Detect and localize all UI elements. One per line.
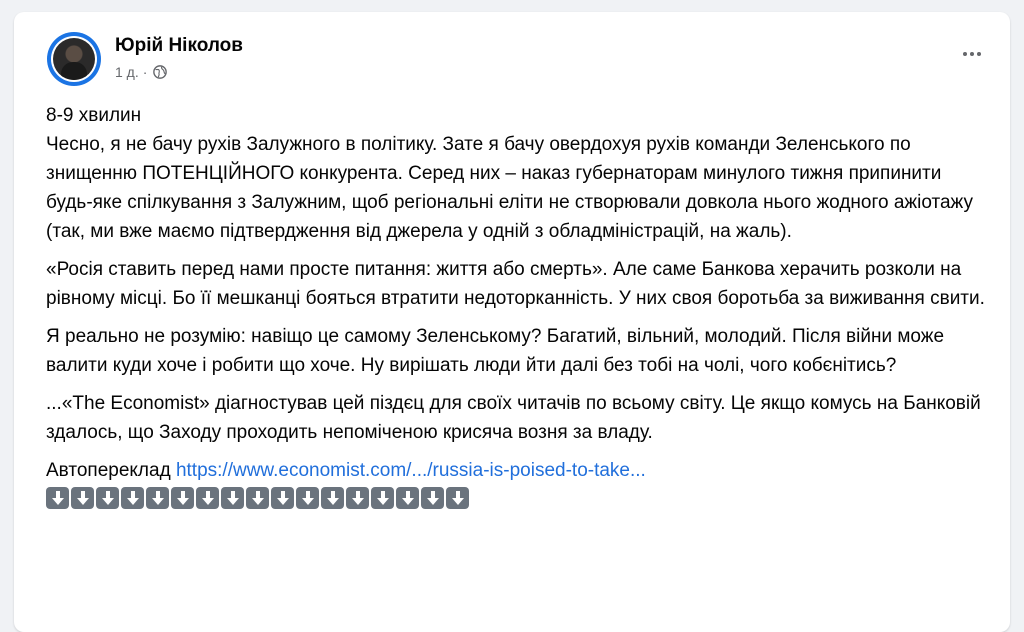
post-paragraph: «Росія ставить перед нами просте питання… xyxy=(46,259,985,309)
arrow-down-icon xyxy=(221,487,244,509)
arrow-down-icon xyxy=(446,487,469,509)
arrow-down-icon xyxy=(46,487,69,509)
avatar-photo xyxy=(53,38,95,80)
post-time[interactable]: 1 д. xyxy=(115,64,139,80)
arrow-down-icon xyxy=(196,487,219,509)
more-options-icon xyxy=(962,52,983,56)
globe-icon[interactable] xyxy=(153,65,168,79)
post-body: 8-9 хвилин Чесно, я не бачу рухів Залужн… xyxy=(46,101,986,509)
translation-line: Автопереклад https://www.economist.com/.… xyxy=(46,456,986,485)
more-options-button[interactable] xyxy=(954,42,990,66)
arrow-down-icon xyxy=(171,487,194,509)
post-paragraph: 8-9 хвилин xyxy=(46,105,142,126)
avatar-frame xyxy=(51,36,97,82)
arrow-down-icon xyxy=(421,487,444,509)
arrow-down-icon xyxy=(96,487,119,509)
post-paragraph: ...«The Economist» діагностував цей пізд… xyxy=(46,393,981,443)
avatar[interactable] xyxy=(47,32,101,86)
arrow-down-icon xyxy=(321,487,344,509)
autotranslate-label: Автопереклад xyxy=(46,460,171,481)
arrow-down-icon xyxy=(271,487,294,509)
post-meta: 1 д. · xyxy=(115,64,168,80)
arrow-emoji-row xyxy=(46,487,986,509)
post-paragraph: Я реально не розумію: навіщо це самому З… xyxy=(46,326,945,376)
arrow-down-icon xyxy=(296,487,319,509)
arrow-down-icon xyxy=(71,487,94,509)
meta-separator: · xyxy=(142,64,148,80)
arrow-down-icon xyxy=(371,487,394,509)
arrow-down-icon xyxy=(396,487,419,509)
economist-link[interactable]: https://www.economist.com/.../russia-is-… xyxy=(176,460,646,481)
arrow-down-icon xyxy=(121,487,144,509)
author-name[interactable]: Юрій Ніколов xyxy=(115,35,243,57)
arrow-down-icon xyxy=(146,487,169,509)
arrow-down-icon xyxy=(346,487,369,509)
post-paragraph: Чесно, я не бачу рухів Залужного в політ… xyxy=(46,134,973,242)
arrow-down-icon xyxy=(246,487,269,509)
post-card: Юрій Ніколов 1 д. · 8-9 хвилин Чесно, я … xyxy=(14,12,1010,632)
